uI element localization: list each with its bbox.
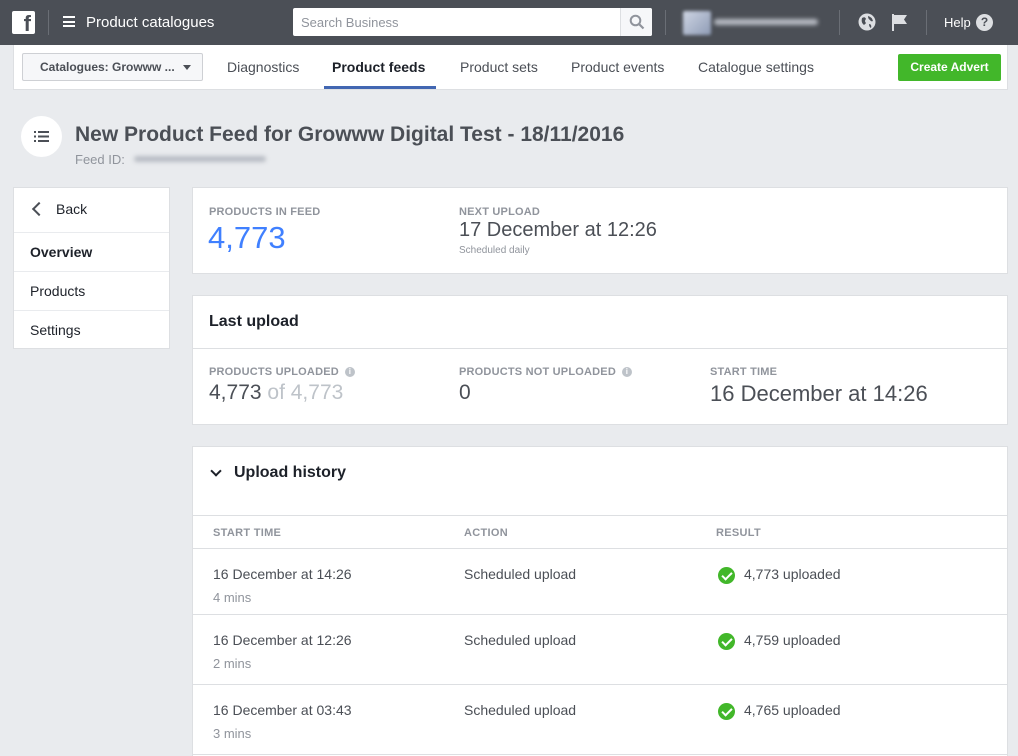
products-uploaded-value: 4,773 of 4,773 bbox=[209, 381, 343, 405]
tab-product-feeds[interactable]: Product feeds bbox=[332, 45, 425, 89]
search-input[interactable] bbox=[293, 8, 620, 36]
uploaded-count: 4,773 bbox=[209, 381, 262, 404]
help-link[interactable]: Help bbox=[944, 15, 971, 30]
upload-history-title[interactable]: Upload history bbox=[234, 464, 346, 482]
info-icon[interactable]: i bbox=[621, 367, 632, 377]
uploaded-total: of 4,773 bbox=[267, 381, 344, 404]
row-action: Scheduled upload bbox=[464, 702, 577, 718]
next-upload-label: NEXT UPLOAD bbox=[459, 206, 541, 218]
hamburger-menu-icon[interactable] bbox=[63, 16, 75, 27]
products-in-feed-value[interactable]: 4,773 bbox=[208, 220, 286, 256]
row-action: Scheduled upload bbox=[464, 566, 577, 582]
tab-catalogue-settings[interactable]: Catalogue settings bbox=[698, 45, 814, 89]
globe-notifications-icon[interactable] bbox=[857, 12, 877, 32]
row-result: 4,773 uploaded bbox=[744, 566, 841, 582]
feed-list-icon bbox=[21, 116, 62, 157]
catalogue-nav-bar: Catalogues: Growww ... Diagnostics Produ… bbox=[13, 45, 1008, 90]
next-upload-schedule: Scheduled daily bbox=[459, 245, 530, 256]
search-icon bbox=[629, 14, 645, 30]
column-header-start-time: START TIME bbox=[213, 527, 282, 539]
back-label: Back bbox=[56, 201, 88, 217]
products-not-uploaded-value: 0 bbox=[459, 381, 471, 404]
divider bbox=[665, 10, 666, 35]
chevron-left-icon bbox=[31, 201, 47, 217]
search-button[interactable] bbox=[620, 8, 652, 36]
row-start-time: 16 December at 03:43 bbox=[213, 702, 352, 718]
chevron-down-icon[interactable] bbox=[210, 465, 222, 477]
table-row[interactable]: 16 December at 14:26 4 mins Scheduled up… bbox=[193, 549, 1007, 615]
products-uploaded-label-text: PRODUCTS UPLOADED bbox=[209, 366, 339, 378]
products-not-uploaded-label-text: PRODUCTS NOT UPLOADED bbox=[459, 366, 616, 378]
divider bbox=[926, 10, 927, 35]
row-duration: 3 mins bbox=[213, 726, 252, 741]
table-row[interactable]: 16 December at 12:26 2 mins Scheduled up… bbox=[193, 615, 1007, 685]
check-circle-icon bbox=[718, 703, 735, 720]
check-circle-icon bbox=[718, 567, 735, 584]
feed-id-label: Feed ID: bbox=[75, 152, 125, 167]
tab-product-events[interactable]: Product events bbox=[571, 45, 664, 89]
products-uploaded-label: PRODUCTS UPLOADED i bbox=[209, 366, 355, 378]
row-duration: 4 mins bbox=[213, 590, 252, 605]
row-result: 4,765 uploaded bbox=[744, 702, 841, 718]
search-box bbox=[293, 8, 652, 36]
user-name-redacted[interactable] bbox=[714, 19, 818, 25]
row-start-time: 16 December at 12:26 bbox=[213, 632, 352, 648]
column-header-action: ACTION bbox=[464, 527, 508, 539]
next-upload-value: 17 December at 12:26 bbox=[459, 219, 657, 241]
facebook-logo-icon[interactable]: f bbox=[12, 11, 35, 34]
products-not-uploaded-label: PRODUCTS NOT UPLOADED i bbox=[459, 366, 632, 378]
divider bbox=[48, 10, 49, 35]
tab-diagnostics[interactable]: Diagnostics bbox=[227, 45, 299, 89]
help-icon[interactable]: ? bbox=[976, 14, 993, 31]
info-icon[interactable]: i bbox=[344, 367, 355, 377]
active-tab-indicator bbox=[324, 86, 436, 89]
top-bar: f Product catalogues Help ? bbox=[0, 0, 1018, 45]
create-advert-button[interactable]: Create Advert bbox=[898, 54, 1001, 81]
row-action: Scheduled upload bbox=[464, 632, 577, 648]
column-header-result: RESULT bbox=[716, 527, 761, 539]
row-start-time: 16 December at 14:26 bbox=[213, 566, 352, 582]
start-time-value: 16 December at 14:26 bbox=[710, 381, 928, 406]
start-time-label: START TIME bbox=[710, 366, 778, 378]
catalogue-dropdown-label: Catalogues: Growww ... bbox=[40, 60, 175, 74]
feed-id-redacted bbox=[134, 156, 266, 162]
row-result: 4,759 uploaded bbox=[744, 632, 841, 648]
last-upload-title: Last upload bbox=[209, 313, 299, 330]
row-duration: 2 mins bbox=[213, 656, 252, 671]
products-in-feed-label: PRODUCTS IN FEED bbox=[209, 206, 321, 218]
last-upload-header: Last upload bbox=[193, 296, 1007, 349]
table-header: START TIME ACTION RESULT bbox=[193, 515, 1007, 549]
app-title[interactable]: Product catalogues bbox=[86, 14, 214, 31]
caret-down-icon bbox=[183, 65, 191, 70]
sidebar-item-overview[interactable]: Overview bbox=[14, 232, 169, 271]
last-upload-card: Last upload PRODUCTS UPLOADED i 4,773 of … bbox=[192, 295, 1008, 425]
sidebar-item-products[interactable]: Products bbox=[14, 271, 169, 310]
divider bbox=[839, 10, 840, 35]
upload-history-card: Upload history START TIME ACTION RESULT … bbox=[192, 446, 1008, 756]
flag-icon[interactable] bbox=[890, 12, 910, 32]
page-title: New Product Feed for Growww Digital Test… bbox=[75, 123, 625, 146]
feed-summary-card: PRODUCTS IN FEED 4,773 NEXT UPLOAD 17 De… bbox=[192, 187, 1008, 274]
tab-product-sets[interactable]: Product sets bbox=[460, 45, 538, 89]
table-row[interactable]: 16 December at 03:43 3 mins Scheduled up… bbox=[193, 685, 1007, 755]
back-button[interactable]: Back bbox=[14, 188, 169, 232]
check-circle-icon bbox=[718, 633, 735, 650]
catalogue-dropdown[interactable]: Catalogues: Growww ... bbox=[22, 53, 203, 81]
sidebar: Back Overview Products Settings bbox=[13, 187, 170, 349]
sidebar-item-settings[interactable]: Settings bbox=[14, 310, 169, 349]
avatar[interactable] bbox=[683, 11, 711, 35]
